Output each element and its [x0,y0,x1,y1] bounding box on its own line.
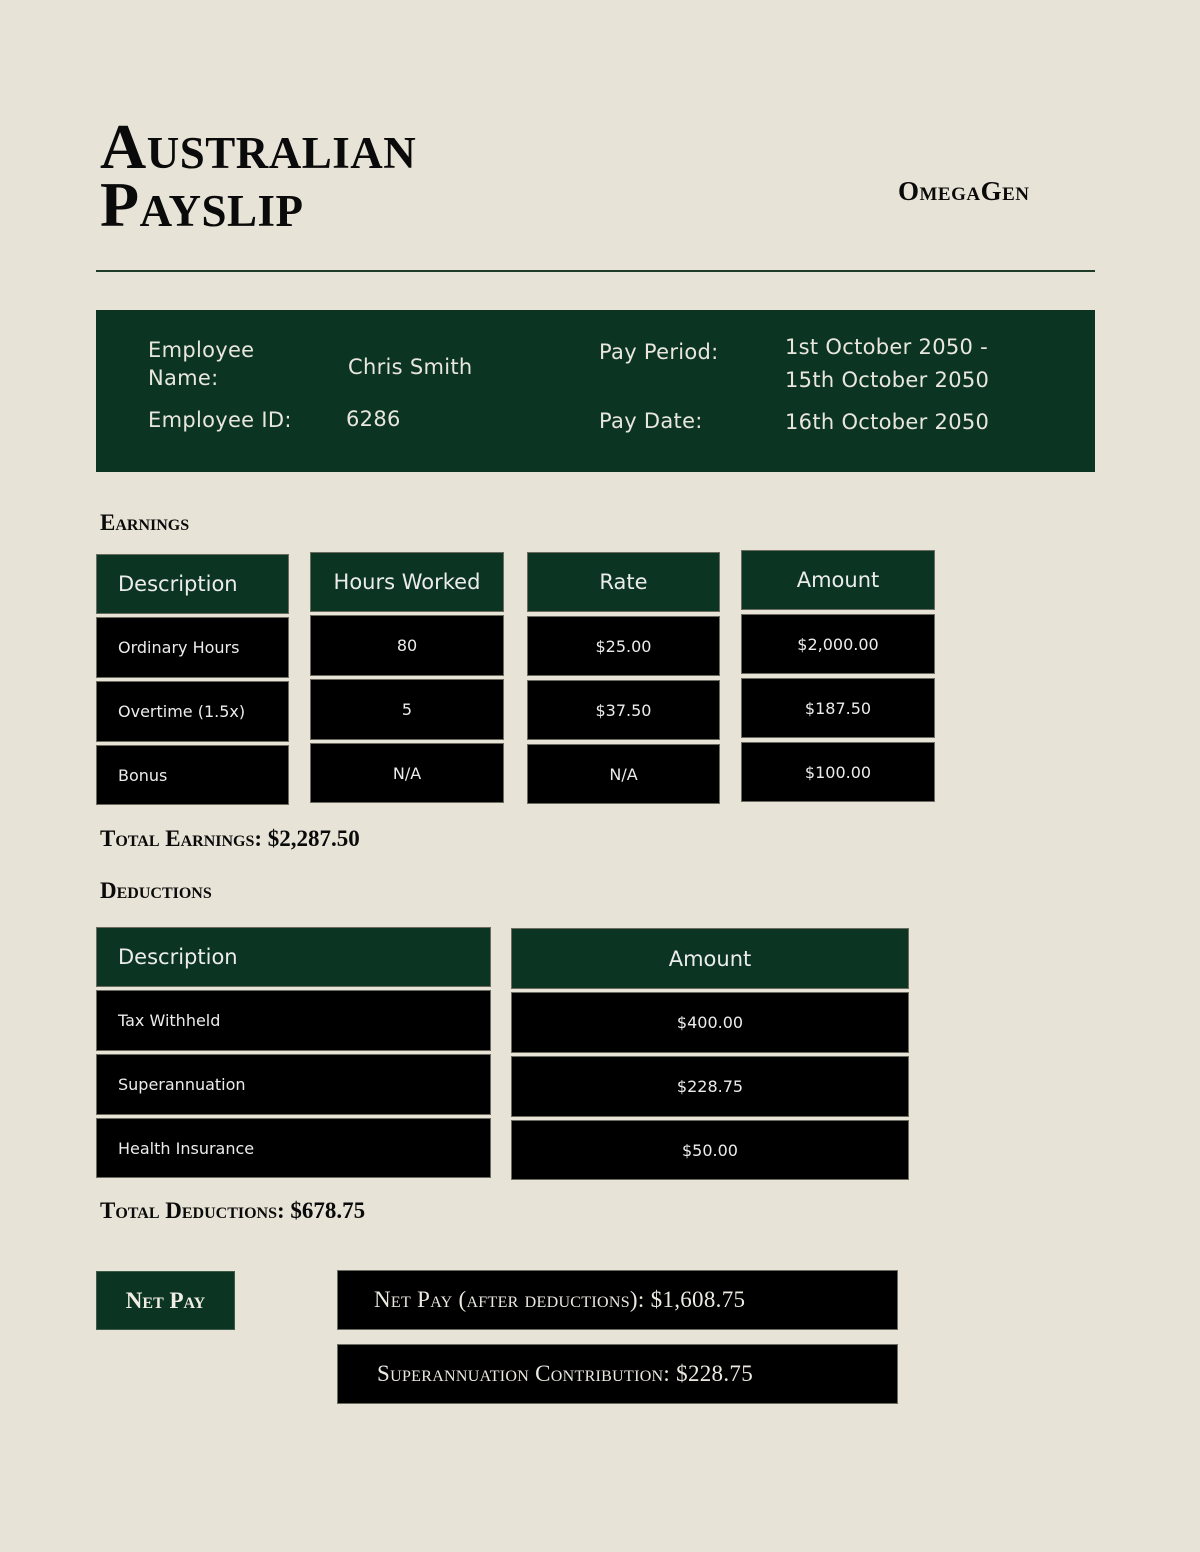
earnings-cell: N/A [527,744,720,804]
earnings-header-rate: Rate [527,552,720,612]
net-pay-label: Net Pay [96,1271,235,1330]
pay-date-label: Pay Date: [599,409,703,433]
deductions-cell: $228.75 [511,1056,909,1117]
earnings-cell: Overtime (1.5x) [96,681,289,742]
earnings-cell: 5 [310,679,504,740]
employee-name-label: Employee Name: [148,338,255,390]
title-line-2: Payslip [100,169,304,240]
total-deductions: Total Deductions: $678.75 [100,1198,366,1223]
page-title: Australian Payslip [100,111,417,240]
earnings-cell: Ordinary Hours [96,617,289,678]
earnings-cell: N/A [310,743,504,803]
earnings-cell: 80 [310,615,504,676]
pay-period-end: 15th October 2050 [785,368,990,392]
deductions-cell: Tax Withheld [96,990,491,1051]
earnings-cell: $100.00 [741,742,935,802]
deductions-header-description: Description [96,927,491,987]
earnings-cell: $187.50 [741,678,935,738]
superannuation-summary: Superannuation Contribution: $228.75 [337,1344,898,1404]
earnings-cell: $2,000.00 [741,614,935,674]
pay-period-label: Pay Period: [599,340,719,364]
earnings-header-amount: Amount [741,550,935,610]
header-divider [96,270,1095,272]
deductions-header-amount: Amount [511,928,909,989]
earnings-header-hours: Hours Worked [310,552,504,612]
employee-name-value: Chris Smith [348,355,473,379]
deductions-cell: $50.00 [511,1120,909,1180]
employee-info-panel: Employee Name: Chris Smith Employee ID: … [96,310,1095,472]
earnings-cell: Bonus [96,745,289,805]
net-pay-summary: Net Pay (after deductions): $1,608.75 [337,1270,898,1330]
deductions-heading: Deductions [100,878,212,903]
deductions-cell: Health Insurance [96,1118,491,1178]
total-earnings: Total Earnings: $2,287.50 [100,826,360,851]
earnings-header-description: Description [96,554,289,614]
earnings-heading: Earnings [100,510,190,535]
earnings-cell: $25.00 [527,616,720,676]
employee-id-value: 6286 [346,407,401,431]
pay-period-start: 1st October 2050 - [785,335,989,359]
employee-id-label: Employee ID: [148,408,292,432]
earnings-cell: $37.50 [527,680,720,740]
company-name: OmegaGen [898,176,1030,206]
deductions-cell: Superannuation [96,1054,491,1115]
title-line-1: Australian [100,111,417,182]
pay-date-value: 16th October 2050 [785,410,990,434]
deductions-cell: $400.00 [511,992,909,1053]
